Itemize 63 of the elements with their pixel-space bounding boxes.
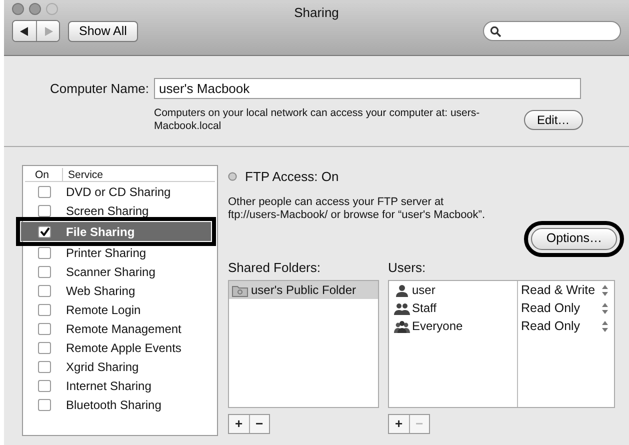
forward-icon	[44, 26, 52, 36]
close-button[interactable]	[12, 3, 24, 15]
permission-value[interactable]: Read & Write	[521, 280, 596, 300]
folder-icon	[232, 284, 248, 296]
person-icon	[394, 284, 410, 296]
checkbox[interactable]	[38, 380, 51, 392]
status-text: FTP Access: On	[245, 168, 339, 186]
show-all-button[interactable]: Show All	[68, 20, 138, 42]
checkbox[interactable]	[38, 186, 51, 198]
service-row[interactable]: DVD or CD Sharing	[25, 182, 215, 201]
add-button[interactable]: +	[229, 415, 248, 433]
edit-button[interactable]: Edit…	[524, 110, 583, 130]
checkbox[interactable]	[38, 284, 51, 296]
checkmark-icon	[40, 227, 50, 236]
zoom-button[interactable]	[46, 3, 58, 15]
service-row[interactable]: Web Sharing	[25, 281, 215, 300]
checkbox[interactable]	[38, 304, 51, 316]
service-row[interactable]: Screen Sharing	[25, 201, 215, 220]
stepper-icon[interactable]	[602, 302, 608, 314]
service-row[interactable]: Internet Sharing	[25, 376, 215, 395]
user-item[interactable]: Staff	[389, 299, 517, 317]
service-row[interactable]: Remote Login	[25, 300, 215, 319]
checkbox[interactable]	[38, 226, 51, 238]
service-row[interactable]: Printer Sharing	[25, 243, 215, 262]
checkbox[interactable]	[38, 266, 51, 278]
checkbox[interactable]	[38, 342, 51, 354]
checkbox[interactable]	[38, 398, 51, 410]
service-row[interactable]: Xgrid Sharing	[25, 357, 215, 376]
people-icon	[394, 302, 410, 314]
checkbox[interactable]	[38, 360, 51, 372]
computer-name-field[interactable]: user's Macbook	[154, 78, 581, 99]
add-button[interactable]: +	[389, 415, 408, 433]
status-dot-icon	[228, 172, 237, 182]
column-header: Service	[67, 168, 104, 181]
network-address-note: Computers on your local network can access your computer at: users- Macbook.local	[154, 107, 481, 133]
users-label: Users:	[388, 258, 427, 276]
permission-value[interactable]: Read Only	[521, 316, 580, 336]
column-header: On	[25, 168, 63, 181]
shared-folders-label: Shared Folders:	[228, 258, 322, 276]
checkbox[interactable]	[38, 322, 51, 334]
crowd-icon	[394, 320, 410, 332]
service-row[interactable]: Remote Management	[25, 319, 215, 338]
checkbox[interactable]	[38, 246, 51, 258]
search-field[interactable]	[483, 21, 621, 41]
service-row[interactable]: File Sharing	[21, 222, 211, 241]
user-item[interactable]: user	[389, 281, 517, 299]
ftp-description: Other people can access your FTP server at ftp://users-Macbook/ or browse for “user's Macbook”.	[228, 196, 486, 222]
window-title: Sharing	[294, 4, 339, 22]
stepper-icon[interactable]	[602, 284, 608, 296]
service-row[interactable]: Scanner Sharing	[25, 262, 215, 281]
folder-item[interactable]: user's Public Folder	[229, 281, 378, 299]
service-row[interactable]: Remote Apple Events	[25, 338, 215, 357]
stepper-icon[interactable]	[602, 320, 608, 332]
back-button[interactable]	[13, 21, 36, 41]
service-row[interactable]: Bluetooth Sharing	[25, 395, 215, 414]
remove-button[interactable]: −	[248, 415, 269, 433]
checkbox[interactable]	[38, 204, 51, 216]
computer-name-label: Computer Name:	[49, 80, 150, 98]
permission-value[interactable]: Read Only	[521, 298, 580, 318]
minimize-button[interactable]	[29, 3, 41, 15]
user-item[interactable]: Everyone	[389, 317, 517, 335]
back-icon	[20, 26, 29, 36]
search-icon	[490, 26, 501, 36]
